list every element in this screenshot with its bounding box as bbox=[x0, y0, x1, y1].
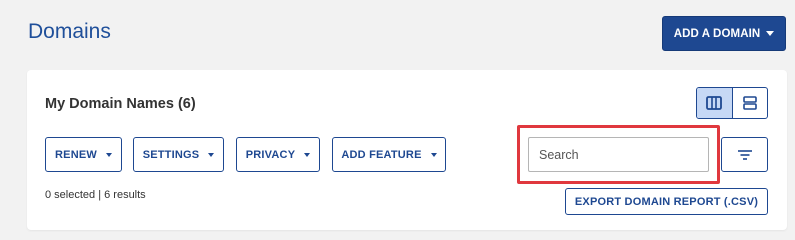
view-toggle bbox=[696, 87, 768, 119]
caret-down-icon bbox=[208, 152, 215, 157]
caret-down-icon bbox=[766, 31, 775, 36]
add-domain-button[interactable]: ADD A DOMAIN bbox=[662, 16, 786, 51]
card-title: My Domain Names (6) bbox=[45, 96, 196, 112]
renew-label: RENEW bbox=[55, 148, 97, 161]
row-view-button[interactable] bbox=[733, 88, 768, 118]
search-box bbox=[528, 137, 709, 172]
page-title: Domains bbox=[28, 20, 111, 43]
privacy-button[interactable]: PRIVACY bbox=[236, 137, 320, 172]
privacy-label: PRIVACY bbox=[245, 148, 296, 161]
add-feature-button[interactable]: ADD FEATURE bbox=[332, 137, 446, 172]
renew-button[interactable]: RENEW bbox=[45, 137, 122, 172]
caret-down-icon bbox=[430, 152, 437, 157]
add-feature-label: ADD FEATURE bbox=[341, 148, 422, 161]
rows-icon bbox=[742, 96, 757, 110]
columns-icon bbox=[706, 96, 723, 110]
settings-label: SETTINGS bbox=[142, 148, 200, 161]
search-input[interactable] bbox=[539, 147, 700, 162]
add-domain-label: ADD A DOMAIN bbox=[673, 27, 761, 40]
export-report-button[interactable]: EXPORT DOMAIN REPORT (.CSV) bbox=[565, 188, 768, 215]
results-count: 0 selected | 6 results bbox=[45, 189, 146, 201]
filter-button[interactable] bbox=[721, 137, 768, 172]
caret-down-icon bbox=[304, 152, 311, 157]
filter-lines-icon bbox=[737, 149, 752, 160]
caret-down-icon bbox=[105, 152, 112, 157]
domain-names-card: My Domain Names (6) RENEW SETTINGS PRIVA… bbox=[27, 70, 787, 230]
settings-button[interactable]: SETTINGS bbox=[133, 137, 224, 172]
column-view-button[interactable] bbox=[697, 88, 733, 118]
